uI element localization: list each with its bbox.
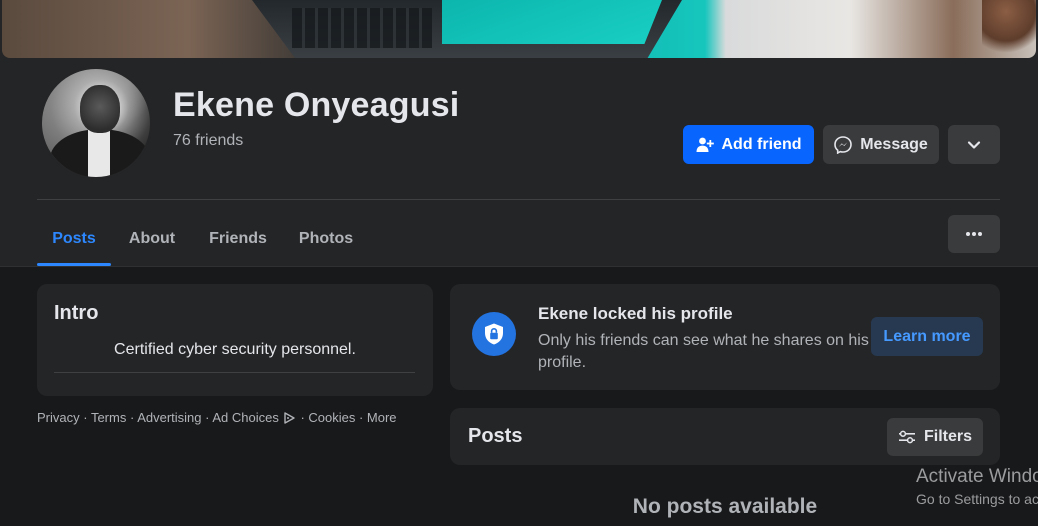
message-label: Message [860,135,928,153]
tab-posts[interactable]: Posts [37,212,111,266]
activate-windows-title: Activate Windows [916,466,1038,487]
footer-advertising-link[interactable]: Advertising [137,410,201,425]
tab-about[interactable]: About [116,212,188,266]
shield-lock-icon [472,312,516,356]
cover-hair-shape [982,0,1036,58]
ad-choices-icon[interactable] [282,411,296,429]
cover-keyboard-shape [292,8,432,48]
posts-card: Posts Filters [450,408,1000,465]
friends-count-link[interactable]: 76 friends [173,132,243,150]
footer-separator: · [79,410,91,425]
profile-page: Ekene Onyeagusi 76 friends Add friend Me… [0,0,1038,526]
footer-separator: · [126,410,138,425]
chevron-down-icon [967,140,981,150]
activate-windows-subtitle: Go to Settings to activate Windows. [916,491,1038,507]
cover-photo[interactable] [2,0,1036,58]
profile-name: Ekene Onyeagusi [173,86,460,124]
avatar-face [80,85,120,133]
footer-separator: · [296,410,309,425]
footer-ad-choices-link[interactable]: Ad Choices [212,410,278,425]
message-button[interactable]: Message [823,125,939,164]
footer-privacy-link[interactable]: Privacy [37,410,80,425]
footer-cookies-link[interactable]: Cookies [308,410,355,425]
intro-bio: Certified cyber security personnel. [114,341,356,358]
locked-profile-card: Ekene locked his profile Only his friend… [450,284,1000,390]
sliders-icon [898,430,916,444]
intro-title: Intro [54,302,99,324]
cover-screen-shape [442,0,662,44]
more-horizontal-icon [965,231,983,237]
locked-profile-text: Only his friends can see what he shares … [538,332,869,371]
header-divider [37,199,1000,200]
add-friend-label: Add friend [721,135,802,153]
footer-separator: · [355,410,367,425]
footer-links: Privacy · Terms · Advertising · Ad Choic… [37,410,437,429]
posts-title: Posts [468,425,523,447]
more-options-dropdown-button[interactable] [948,125,1000,164]
header-bottom-border [0,266,1038,267]
filters-button[interactable]: Filters [887,418,983,456]
footer-separator: · [201,410,213,425]
tab-friends[interactable]: Friends [198,212,278,266]
footer-terms-link[interactable]: Terms [91,410,126,425]
learn-more-button[interactable]: Learn more [871,317,983,356]
tabs-more-button[interactable] [948,215,1000,253]
add-friend-button[interactable]: Add friend [683,125,814,164]
locked-profile-title: Ekene locked his profile [538,304,733,323]
intro-card: Intro Certified cyber security personnel… [37,284,433,396]
person-plus-icon [696,137,714,153]
messenger-icon [834,135,853,154]
filters-label: Filters [923,428,972,445]
tab-photos[interactable]: Photos [288,212,364,266]
intro-divider [54,372,415,373]
footer-more-link[interactable]: More [367,410,397,425]
avatar[interactable] [40,67,152,179]
